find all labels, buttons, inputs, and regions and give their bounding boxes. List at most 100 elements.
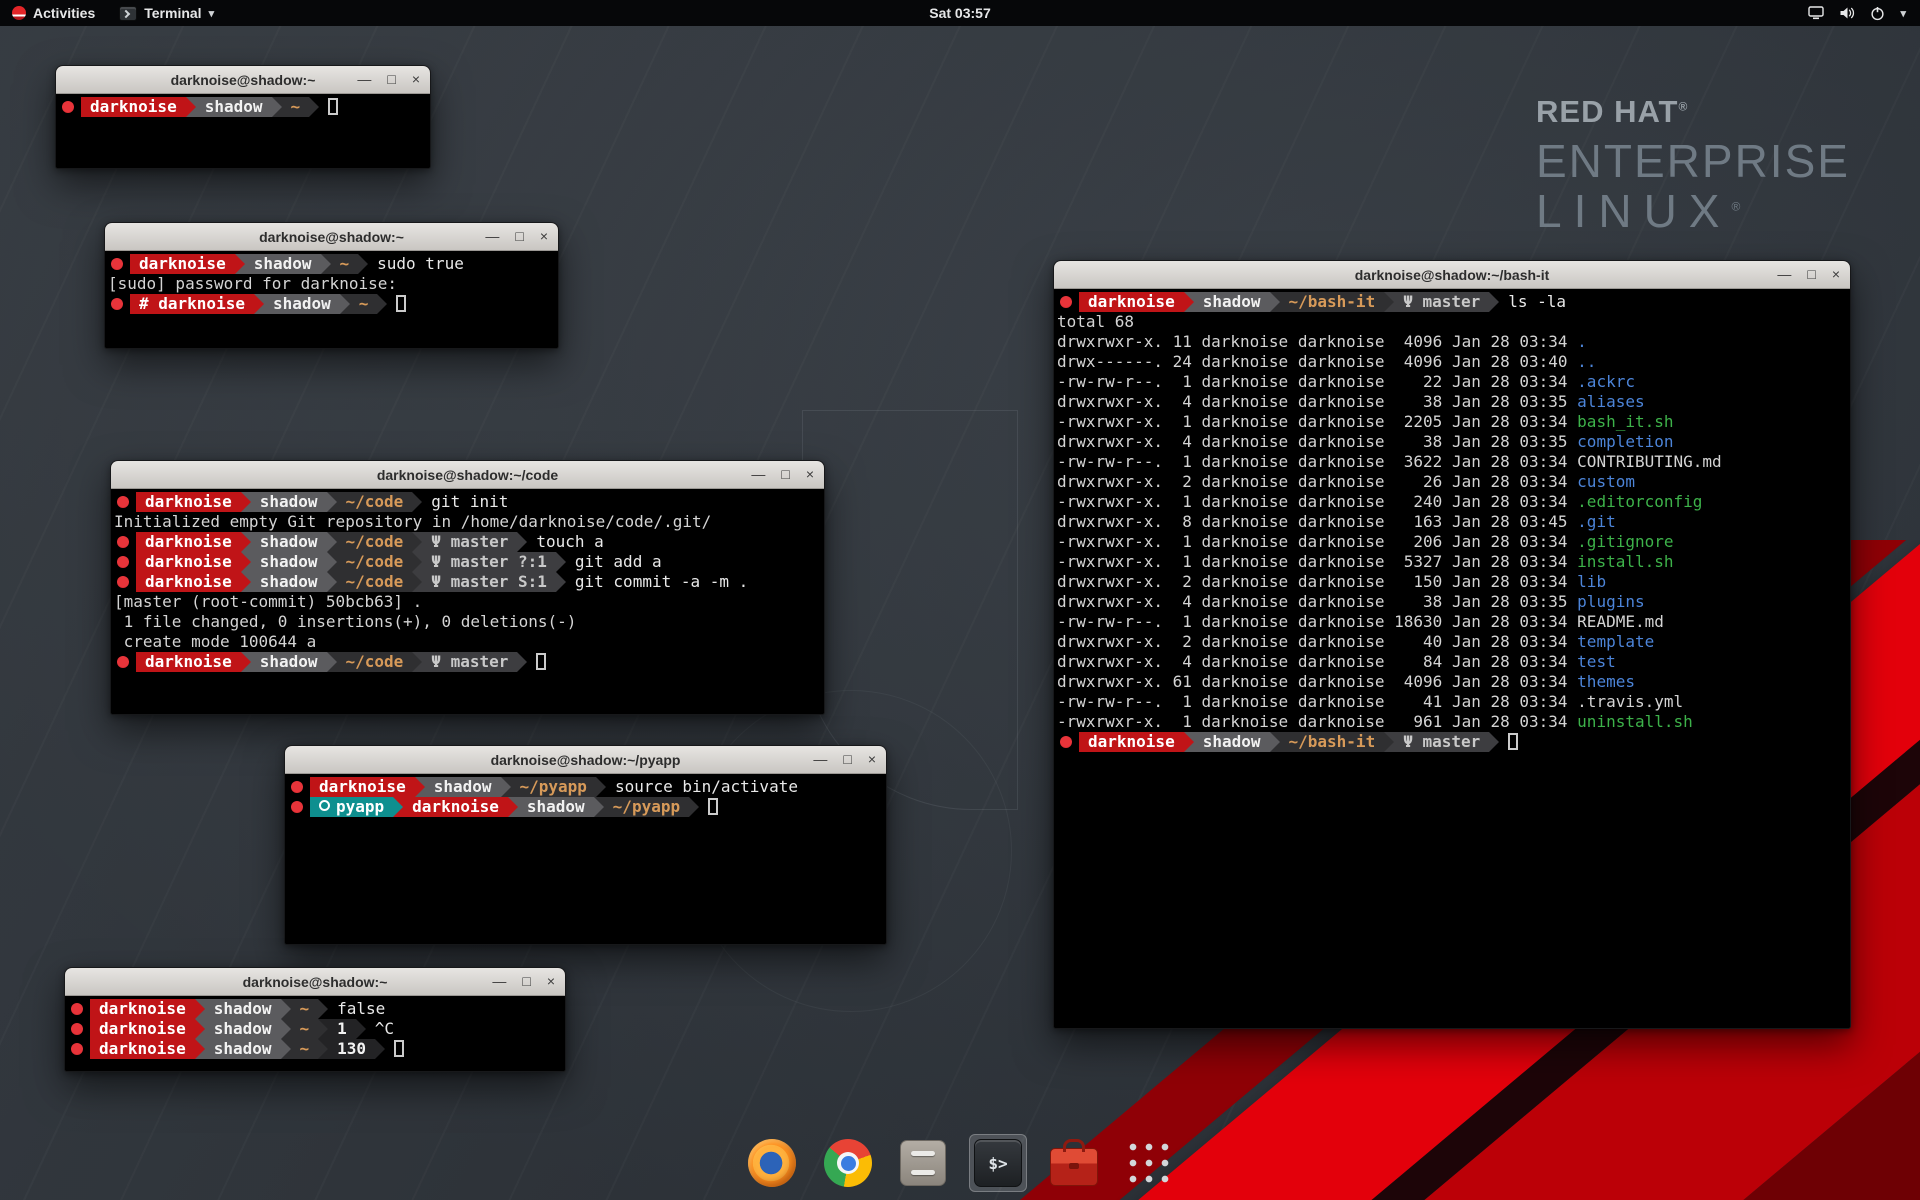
command-text: touch a <box>536 532 603 551</box>
output-text: drwxrwxr-x. 4 darknoise darknoise 84 Jan… <box>1057 652 1577 671</box>
output-text: themes <box>1577 672 1635 691</box>
powerline-arrow <box>241 552 251 572</box>
window-titlebar[interactable]: darknoise@shadow:~—□× <box>56 66 430 94</box>
minimize-button[interactable]: — <box>1777 261 1791 288</box>
terminal-line: darknoiseshadow~/codeΨ mastertouch a <box>114 532 821 552</box>
powerline-arrow <box>1384 732 1394 752</box>
maximize-button[interactable]: □ <box>515 223 523 250</box>
powerline-arrow <box>272 97 282 117</box>
powerline-arrow-triangle <box>321 254 331 274</box>
close-button[interactable]: × <box>412 66 420 93</box>
terminal-content[interactable]: darknoiseshadow~/codegit initInitialized… <box>111 489 824 714</box>
powerline-arrow <box>508 797 518 817</box>
powerline-arrow-triangle <box>415 777 425 797</box>
terminal-cursor <box>1508 733 1518 750</box>
maximize-button[interactable]: □ <box>781 461 789 488</box>
powerline-arrow <box>309 97 319 117</box>
maximize-button[interactable]: □ <box>387 66 395 93</box>
powerline-arrow <box>556 572 566 592</box>
chevron-down-icon: ▾ <box>1900 7 1906 20</box>
terminal-content[interactable]: darknoiseshadow~/pyappsource bin/activat… <box>285 774 886 944</box>
python-icon <box>319 800 330 811</box>
terminal-icon: $> <box>974 1139 1022 1187</box>
powerline-arrow-triangle <box>195 1019 205 1039</box>
powerline-arrow-triangle <box>318 999 328 1019</box>
powerline-arrow <box>327 492 337 512</box>
window-titlebar[interactable]: darknoise@shadow:~/bash-it—□× <box>1054 261 1850 289</box>
dock-files[interactable] <box>895 1135 951 1191</box>
dock-terminal[interactable]: $> <box>969 1134 1027 1192</box>
activities-button[interactable]: Activities <box>0 0 107 26</box>
redhat-icon <box>71 1043 83 1055</box>
maximize-button[interactable]: □ <box>1807 261 1815 288</box>
powerline-arrow-triangle <box>1384 732 1394 752</box>
window-titlebar[interactable]: darknoise@shadow:~—□× <box>105 223 558 251</box>
powerline-arrow <box>1270 732 1280 752</box>
window-titlebar[interactable]: darknoise@shadow:~/code—□× <box>111 461 824 489</box>
window-controls: — □ × <box>341 66 420 93</box>
terminal-content[interactable]: darknoiseshadow~ <box>56 94 430 168</box>
powerline-arrow-triangle <box>241 652 251 672</box>
maximize-button[interactable]: □ <box>522 968 530 995</box>
prompt-segment-path: ~ <box>291 999 319 1019</box>
powerline-arrow <box>241 492 251 512</box>
dock-firefox[interactable] <box>743 1134 801 1192</box>
toolbox-icon <box>1050 1148 1098 1186</box>
minimize-button[interactable]: — <box>751 461 765 488</box>
window-titlebar[interactable]: darknoise@shadow:~—□× <box>65 968 565 996</box>
close-button[interactable]: × <box>547 968 555 995</box>
output-text: Initialized empty Git repository in /hom… <box>114 512 711 531</box>
close-button[interactable]: × <box>540 223 548 250</box>
prompt-segment-git: Ψ master ?:1 <box>422 552 556 572</box>
app-menu-terminal[interactable]: Terminal ▾ <box>107 0 226 26</box>
powerline-arrow-triangle <box>1489 292 1499 312</box>
output-text: total 68 <box>1057 312 1134 331</box>
powerline-arrow <box>689 797 699 817</box>
top-panel: Activities Terminal ▾ Sat 03:57 ▾ <box>0 0 1920 26</box>
minimize-button[interactable]: — <box>485 223 499 250</box>
chrome-icon <box>824 1139 872 1187</box>
output-text: 1 file changed, 0 insertions(+), 0 delet… <box>114 612 576 631</box>
prompt-segment-user: darknoise <box>136 652 241 672</box>
terminal-line: darknoiseshadow~/codeΨ master ?:1git add… <box>114 552 821 572</box>
maximize-button[interactable]: □ <box>843 746 851 773</box>
close-button[interactable]: × <box>806 461 814 488</box>
redhat-icon <box>71 1003 83 1015</box>
redhat-icon <box>111 298 123 310</box>
output-text: completion <box>1577 432 1673 451</box>
window-titlebar[interactable]: darknoise@shadow:~/pyapp—□× <box>285 746 886 774</box>
terminal-line: darknoiseshadow~ <box>59 97 427 117</box>
terminal-line: drwxrwxr-x. 8 darknoise darknoise 163 Ja… <box>1057 512 1847 532</box>
minimize-button[interactable]: — <box>813 746 827 773</box>
dock-chrome[interactable] <box>819 1134 877 1192</box>
panel-clock[interactable]: Sat 03:57 <box>929 5 990 21</box>
close-button[interactable]: × <box>868 746 876 773</box>
close-button[interactable]: × <box>1832 261 1840 288</box>
powerline-arrow-triangle <box>281 1039 291 1059</box>
powerline-arrow-triangle <box>241 552 251 572</box>
output-text: install.sh <box>1577 552 1673 571</box>
window-controls: — □ × <box>1761 261 1840 288</box>
windows-layer: darknoise@shadow:~—□×darknoiseshadow~dar… <box>0 0 1920 1200</box>
status-area[interactable]: ▾ <box>1808 0 1920 26</box>
dock-app-grid[interactable] <box>1121 1135 1177 1191</box>
terminal-line: -rw-rw-r--. 1 darknoise darknoise 18630 … <box>1057 612 1847 632</box>
dock-toolbox[interactable] <box>1045 1135 1103 1191</box>
prompt-segment-user: darknoise <box>90 999 195 1019</box>
terminal-content[interactable]: darknoiseshadow~sudo true[sudo] password… <box>105 251 558 348</box>
powerline-arrow <box>375 1039 385 1059</box>
redhat-icon <box>291 781 303 793</box>
output-text: .gitignore <box>1577 532 1673 551</box>
prompt-segment-host: shadow <box>518 797 594 817</box>
minimize-button[interactable]: — <box>492 968 506 995</box>
minimize-button[interactable]: — <box>357 66 371 93</box>
output-text: drwxrwxr-x. 4 darknoise darknoise 38 Jan… <box>1057 392 1577 411</box>
powerline-arrow <box>235 254 245 274</box>
powerline-arrow <box>281 999 291 1019</box>
redhat-icon <box>71 1023 83 1035</box>
display-icon <box>1808 6 1824 20</box>
powerline-arrow <box>412 652 422 672</box>
terminal-content[interactable]: darknoiseshadow~falsedarknoiseshadow~1^C… <box>65 996 565 1071</box>
terminal-content[interactable]: darknoiseshadow~/bash-itΨ masterls -lato… <box>1054 289 1850 1028</box>
terminal-line: -rw-rw-r--. 1 darknoise darknoise 41 Jan… <box>1057 692 1847 712</box>
